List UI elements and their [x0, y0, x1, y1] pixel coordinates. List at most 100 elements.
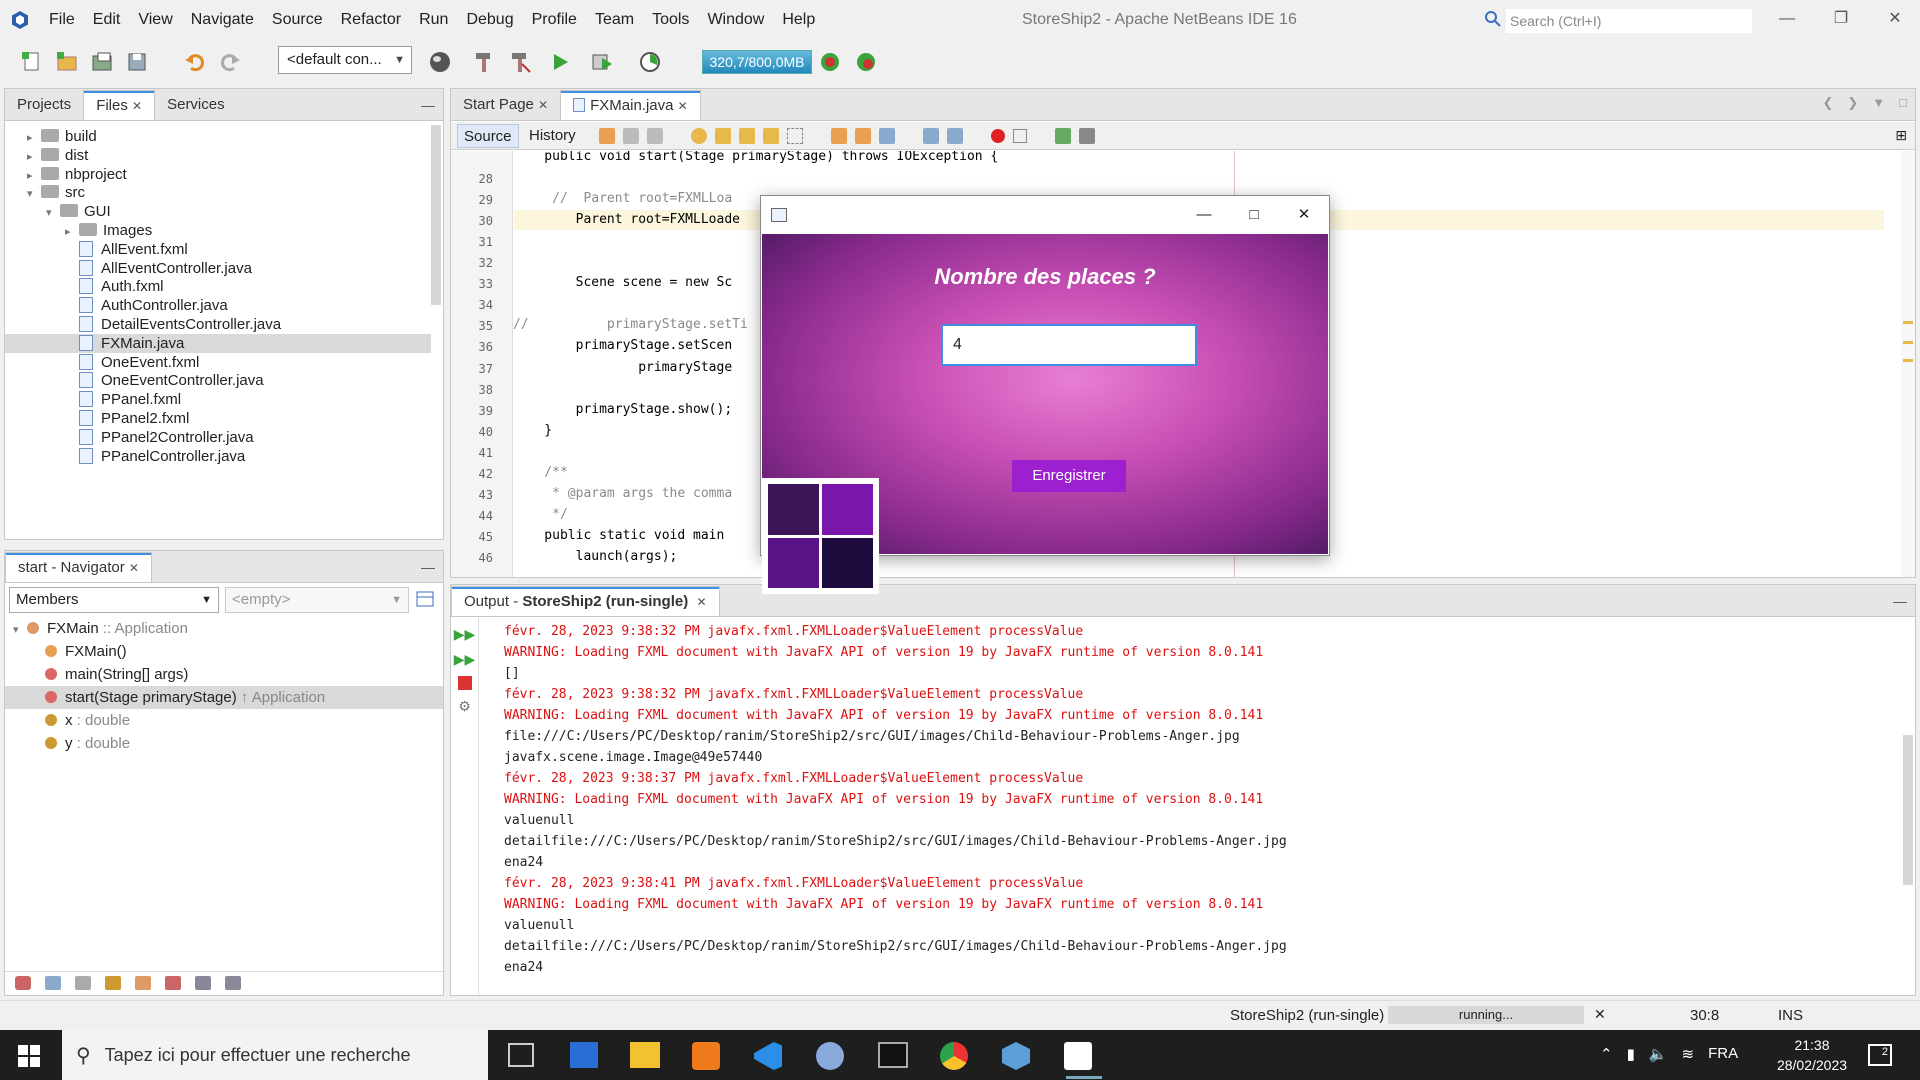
save-all-icon[interactable] [125, 50, 149, 74]
uncomment-icon[interactable] [1079, 128, 1095, 144]
wifi-icon[interactable]: ≋ [1682, 1045, 1695, 1063]
close-icon[interactable]: ✕ [1279, 202, 1329, 228]
tree-item[interactable]: AllEventController.java [5, 259, 431, 278]
tree-item[interactable]: DetailEventsController.java [5, 315, 431, 334]
tree-item[interactable]: AllEvent.fxml [5, 240, 431, 259]
output-scrollbar[interactable] [1903, 735, 1913, 885]
close-icon[interactable]: ✕ [1868, 0, 1920, 40]
taskbar-search[interactable]: ⚲ Tapez ici pour effectuer une recherche [62, 1030, 488, 1080]
tree-item[interactable]: FXMain.java [5, 333, 431, 353]
notifications-icon[interactable]: 2 [1868, 1044, 1892, 1066]
tab-fxmain-java[interactable]: FXMain.java ✕ [560, 90, 701, 120]
shift-right-icon[interactable] [947, 128, 963, 144]
task-view-icon[interactable] [508, 1043, 534, 1067]
back-icon[interactable] [623, 128, 639, 144]
menu-item-edit[interactable]: Edit [84, 11, 130, 29]
menu-item-window[interactable]: Window [698, 11, 773, 29]
split-editor-icon[interactable]: ⊞ [1895, 127, 1907, 144]
clean-build-icon[interactable] [508, 50, 532, 74]
menu-item-team[interactable]: Team [586, 11, 643, 29]
redo-icon[interactable] [218, 50, 242, 74]
build-hammer-icon[interactable] [472, 50, 496, 74]
tree-item[interactable]: Auth.fxml [5, 277, 431, 296]
chrome-icon[interactable] [940, 1042, 968, 1070]
output-console[interactable]: févr. 28, 2023 9:38:32 PM javafx.fxml.FX… [451, 621, 1891, 991]
browser-globe-icon[interactable] [428, 50, 452, 74]
filter-sort-icon[interactable] [165, 976, 181, 990]
navigator-item[interactable]: main(String[] args) [5, 663, 443, 686]
menu-item-profile[interactable]: Profile [523, 11, 586, 29]
sort-by-name-icon[interactable] [195, 976, 211, 990]
scroll-right-icon[interactable]: ❯ [1847, 95, 1858, 111]
expand-open-icon[interactable]: ▾ [13, 619, 27, 642]
close-icon[interactable]: ✕ [697, 595, 707, 609]
filter-select[interactable]: <empty> ▼ [225, 587, 409, 613]
menu-item-help[interactable]: Help [773, 11, 824, 29]
last-edit-icon[interactable] [599, 128, 615, 144]
rect-select-icon[interactable] [787, 128, 803, 144]
tree-item[interactable]: ▾ src [5, 183, 431, 202]
new-project-icon[interactable] [55, 50, 79, 74]
stripe-mark[interactable] [1903, 321, 1913, 324]
tree-item[interactable]: ▸ nbproject [5, 165, 431, 184]
filter-inherited-icon[interactable] [15, 976, 31, 990]
places-input[interactable]: 4 [941, 324, 1197, 366]
menu-item-tools[interactable]: Tools [643, 11, 698, 29]
toggle-bookmark-icon[interactable] [879, 128, 895, 144]
scroll-left-icon[interactable]: ❮ [1822, 95, 1833, 111]
tree-scrollbar[interactable] [431, 125, 441, 305]
next-bookmark-icon[interactable] [855, 128, 871, 144]
members-select[interactable]: Members ▼ [9, 587, 219, 613]
minimize-panel-icon[interactable]: — [421, 97, 435, 113]
shift-left-icon[interactable] [923, 128, 939, 144]
navigator-options-icon[interactable] [415, 589, 435, 609]
menu-item-refactor[interactable]: Refactor [332, 11, 410, 29]
menu-item-debug[interactable]: Debug [457, 11, 522, 29]
new-file-icon[interactable] [20, 50, 44, 74]
chevron-up-icon[interactable]: ⌃ [1600, 1045, 1613, 1063]
tree-item[interactable]: ▸ dist [5, 146, 431, 165]
close-icon[interactable]: ✕ [678, 99, 688, 113]
tree-item[interactable]: OneEvent.fxml [5, 353, 431, 372]
app-taskbar-icon-1[interactable] [570, 1042, 598, 1068]
sound-icon[interactable]: 🔈 [1649, 1045, 1668, 1063]
find-icon[interactable] [691, 128, 707, 144]
stop-macro-icon[interactable] [1013, 129, 1027, 143]
navigator-item[interactable]: y : double [5, 732, 443, 755]
enregistrer-button[interactable]: Enregistrer [1012, 460, 1126, 492]
toggle-highlight-icon[interactable] [763, 128, 779, 144]
xampp-icon[interactable] [692, 1042, 720, 1070]
menu-item-navigate[interactable]: Navigate [182, 11, 263, 29]
tree-item[interactable]: ▾ GUI [5, 202, 431, 221]
tab-files[interactable]: Files ✕ [83, 90, 156, 120]
clock[interactable]: 21:38 28/02/2023 [1772, 1035, 1852, 1075]
tree-item[interactable]: PPanelController.java [5, 447, 431, 466]
windows-start-icon[interactable] [18, 1045, 40, 1067]
prev-bookmark-icon[interactable] [831, 128, 847, 144]
find-prev-icon[interactable] [715, 128, 731, 144]
memory-indicator[interactable]: 320,7/800,0MB [702, 50, 812, 74]
minimize-icon[interactable]: — [1760, 0, 1814, 40]
navigator-item[interactable]: start(Stage primaryStage) ↑ Application [5, 686, 443, 709]
java-taskbar-icon[interactable] [1064, 1042, 1092, 1070]
navigator-item[interactable]: FXMain() [5, 640, 443, 663]
menu-item-file[interactable]: File [40, 11, 84, 29]
filter-nonpublic-icon[interactable] [105, 976, 121, 990]
start-macro-icon[interactable] [991, 129, 1005, 143]
stripe-mark[interactable] [1903, 359, 1913, 362]
minimize-panel-icon[interactable]: — [1893, 593, 1907, 609]
tree-item[interactable]: AuthController.java [5, 296, 431, 315]
close-icon[interactable]: ✕ [132, 99, 142, 113]
maximize-editor-icon[interactable]: □ [1899, 95, 1907, 111]
input-language[interactable]: FRA [1708, 1045, 1738, 1063]
tab-projects[interactable]: Projects [5, 90, 83, 120]
tree-item[interactable]: PPanel2.fxml [5, 409, 431, 428]
open-project-icon[interactable] [90, 50, 114, 74]
chevron-down-icon[interactable]: ▼ [1872, 95, 1885, 111]
close-icon[interactable]: ✕ [129, 561, 139, 575]
cancel-progress-icon[interactable]: ✕ [1594, 1006, 1606, 1023]
menu-item-run[interactable]: Run [410, 11, 457, 29]
maximize-icon[interactable]: □ [1229, 202, 1279, 228]
filter-local-icon[interactable] [135, 976, 151, 990]
navigator-item[interactable]: x : double [5, 709, 443, 732]
